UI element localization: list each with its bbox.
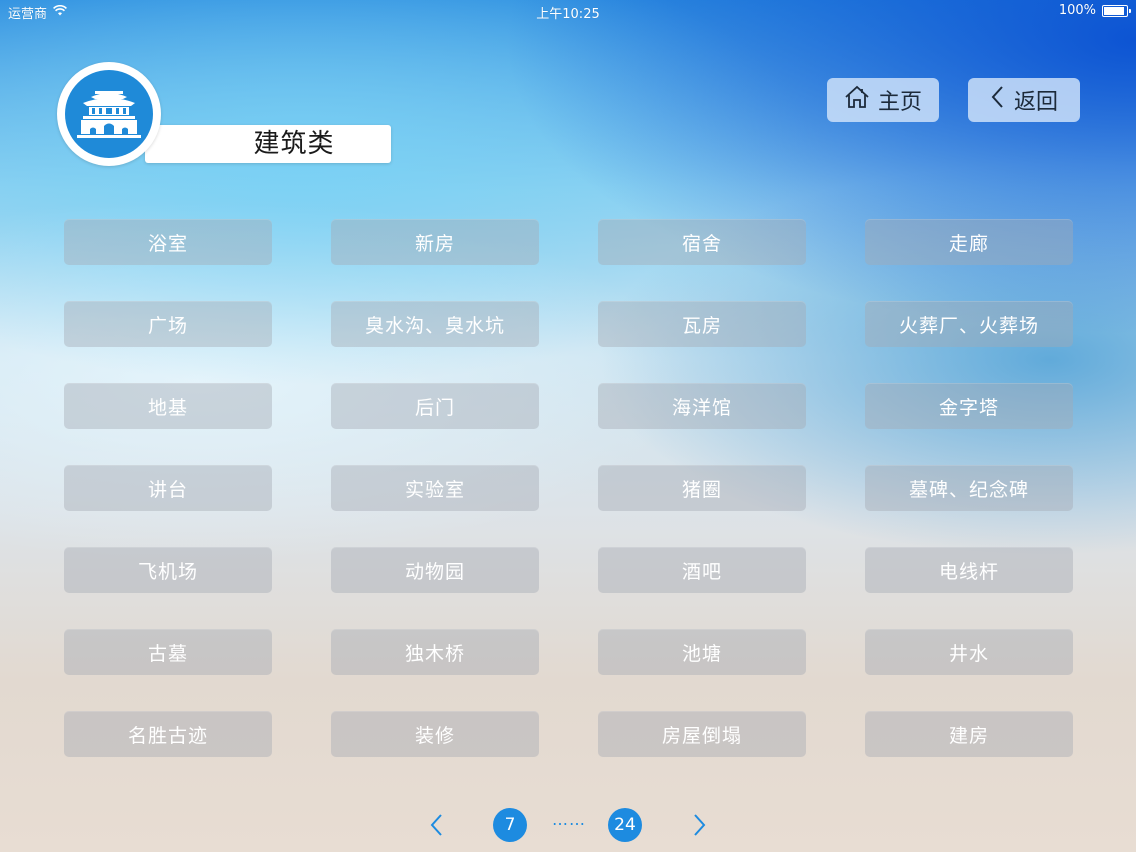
category-badge: 建筑类 xyxy=(57,62,391,166)
grid-item[interactable]: 建房 xyxy=(865,711,1073,757)
home-icon xyxy=(844,84,870,116)
grid-item[interactable]: 飞机场 xyxy=(64,547,272,593)
grid-item[interactable]: 金字塔 xyxy=(865,383,1073,429)
grid-item[interactable]: 后门 xyxy=(331,383,539,429)
grid-item[interactable]: 广场 xyxy=(64,301,272,347)
total-pages: 24 xyxy=(608,808,642,842)
home-button-label: 主页 xyxy=(877,90,922,115)
category-logo xyxy=(57,62,161,166)
grid-item[interactable]: 池塘 xyxy=(598,629,806,675)
category-title-plate: 建筑类 xyxy=(145,125,391,163)
grid-item[interactable]: 地基 xyxy=(64,383,272,429)
grid-item[interactable]: 实验室 xyxy=(331,465,539,511)
grid-item[interactable]: 房屋倒塌 xyxy=(598,711,806,757)
next-page-button[interactable] xyxy=(684,810,714,840)
chevron-left-icon xyxy=(430,814,442,836)
category-title: 建筑类 xyxy=(253,129,335,159)
chevron-right-icon xyxy=(694,814,706,836)
grid-item[interactable]: 火葬厂、火葬场 xyxy=(865,301,1073,347)
grid-item[interactable]: 宿舍 xyxy=(598,219,806,265)
prev-page-button[interactable] xyxy=(422,810,452,840)
grid-item[interactable]: 独木桥 xyxy=(331,629,539,675)
grid-item[interactable]: 酒吧 xyxy=(598,547,806,593)
palace-icon xyxy=(65,70,153,158)
battery-percent: 100% xyxy=(1058,3,1096,18)
chevron-left-icon xyxy=(990,84,1006,116)
grid-item[interactable]: 动物园 xyxy=(331,547,539,593)
grid-item[interactable]: 井水 xyxy=(865,629,1073,675)
grid-item[interactable]: 古墓 xyxy=(64,629,272,675)
grid-item[interactable]: 走廊 xyxy=(865,219,1073,265)
current-page: 7 xyxy=(493,808,527,842)
home-button[interactable]: 主页 xyxy=(827,78,939,122)
page-separator: …… xyxy=(552,810,586,829)
grid-item[interactable]: 猪圈 xyxy=(598,465,806,511)
battery-icon xyxy=(1102,4,1131,17)
grid-item[interactable]: 装修 xyxy=(331,711,539,757)
status-bar: 运营商 上午10:25 100% xyxy=(0,0,1136,22)
item-grid: 浴室 新房 宿舍 走廊广场 臭水沟、臭水坑 瓦房 火葬厂、火葬场地基 后门 海洋馆 金字塔讲台 实验… xyxy=(64,219,1073,757)
grid-item[interactable]: 瓦房 xyxy=(598,301,806,347)
pagination: 7 …… 24 xyxy=(0,806,1136,842)
grid-item[interactable]: 浴室 xyxy=(64,219,272,265)
grid-item[interactable]: 海洋馆 xyxy=(598,383,806,429)
grid-item[interactable]: 新房 xyxy=(331,219,539,265)
grid-item[interactable]: 墓碑、纪念碑 xyxy=(865,465,1073,511)
back-button[interactable]: 返回 xyxy=(968,78,1080,122)
status-right: 100% xyxy=(1058,3,1131,18)
grid-item[interactable]: 讲台 xyxy=(64,465,272,511)
grid-item[interactable]: 臭水沟、臭水坑 xyxy=(331,301,539,347)
battery-fill xyxy=(1104,6,1124,15)
back-button-label: 返回 xyxy=(1013,90,1058,115)
grid-item[interactable]: 电线杆 xyxy=(865,547,1073,593)
status-time: 上午10:25 xyxy=(536,7,600,22)
grid-item[interactable]: 名胜古迹 xyxy=(64,711,272,757)
